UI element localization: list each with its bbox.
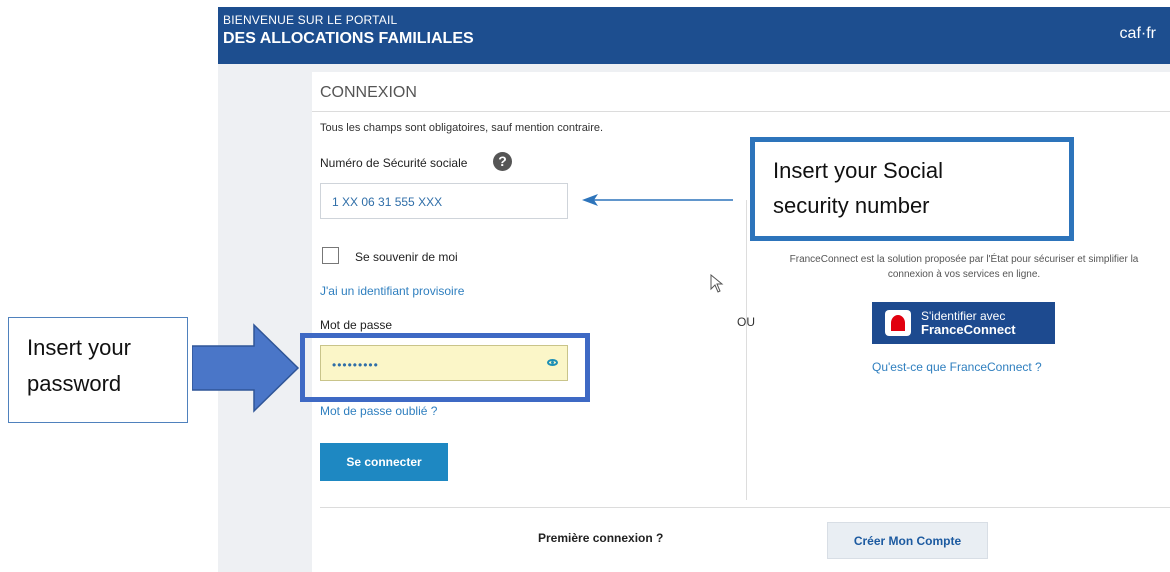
franceconnect-button-line2: FranceConnect: [921, 322, 1016, 337]
franceconnect-button[interactable]: S'identifier avec FranceConnect: [872, 302, 1055, 344]
ssn-callout-line2: security number: [773, 193, 930, 218]
top-header: BIENVENUE SUR LE PORTAIL DES ALLOCATIONS…: [218, 7, 1170, 64]
ssn-callout-text: Insert your Social security number: [773, 153, 943, 223]
welcome-line-1: BIENVENUE SUR LE PORTAIL: [223, 13, 398, 27]
create-account-button[interactable]: Créer Mon Compte: [827, 522, 988, 559]
password-pointer-arrow-icon: [192, 323, 300, 413]
password-highlight-box: [300, 333, 590, 402]
divider: [312, 111, 1170, 112]
ssn-callout-line1: Insert your Social: [773, 158, 943, 183]
mouse-cursor-icon: [710, 274, 724, 293]
bottom-divider: [320, 507, 1170, 508]
question-circle-icon[interactable]: ?: [493, 152, 512, 171]
login-button[interactable]: Se connecter: [320, 443, 448, 481]
franceconnect-description-line1: FranceConnect est la solution proposée p…: [789, 254, 1139, 265]
password-callout-line1: Insert your: [27, 335, 131, 360]
remember-me-label[interactable]: Se souvenir de moi: [355, 250, 458, 264]
franceconnect-info-link[interactable]: Qu'est-ce que FranceConnect ?: [872, 360, 1042, 374]
or-separator: OU: [737, 315, 755, 329]
page-title: CONNEXION: [320, 84, 417, 101]
franceconnect-button-text: S'identifier avec FranceConnect: [921, 310, 1016, 337]
vertical-divider: [746, 200, 747, 500]
franceconnect-description-line2: connexion à vos services en ligne.: [887, 269, 1041, 280]
ssn-callout: Insert your Social security number: [750, 137, 1074, 241]
temporary-id-link[interactable]: J'ai un identifiant provisoire: [320, 284, 464, 298]
first-connection-label: Première connexion ?: [538, 531, 664, 545]
password-callout-line2: password: [27, 371, 122, 396]
required-note: Tous les champs sont obligatoires, sauf …: [320, 122, 604, 134]
franceconnect-description: FranceConnect est la solution proposée p…: [758, 252, 1170, 282]
remember-me-checkbox[interactable]: [322, 247, 339, 264]
password-callout: Insert your password: [8, 317, 188, 423]
ssn-label: Numéro de Sécurité sociale: [320, 156, 468, 170]
franceconnect-logo-icon: [885, 310, 911, 336]
ssn-pointer-arrow-icon: [582, 194, 733, 206]
caf-logo[interactable]: caf·fr: [1120, 25, 1156, 43]
forgot-password-link[interactable]: Mot de passe oublié ?: [320, 404, 437, 418]
password-label: Mot de passe: [320, 318, 393, 332]
ssn-value: 1 XX 06 31 555 XXX: [332, 195, 443, 209]
welcome-line-2: DES ALLOCATIONS FAMILIALES: [223, 30, 474, 47]
password-callout-text: Insert your password: [27, 330, 131, 402]
ssn-input[interactable]: 1 XX 06 31 555 XXX: [320, 183, 568, 219]
